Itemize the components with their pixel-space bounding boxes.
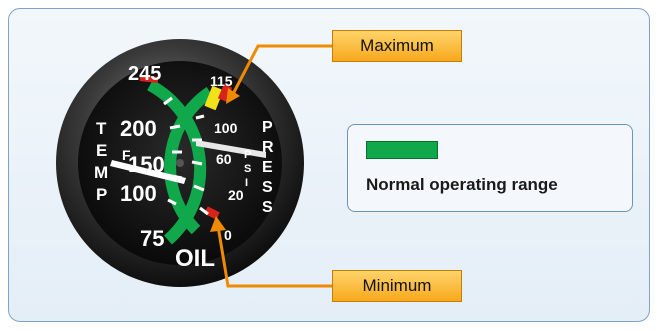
temp-tick-100: 100 [120,181,157,206]
temp-label-m: M [94,163,108,182]
temp-tick-75: 75 [140,226,164,251]
press-unit-i: I [245,177,248,189]
press-unit-s: S [244,163,251,175]
temp-tick-200: 200 [120,116,157,141]
press-label-p: P [262,119,273,136]
temp-label-t: T [96,119,107,138]
minimum-callout: Minimum [332,270,462,302]
press-tick-60: 60 [216,151,232,167]
press-label-s1: S [262,179,273,196]
press-label-e: E [262,159,273,176]
temp-label-p: P [96,185,107,204]
normal-range-swatch [366,141,438,159]
press-unit-p: P [244,149,251,161]
temp-tick-245: 245 [128,63,161,85]
press-label-r: R [262,139,274,156]
press-tick-20: 20 [228,187,244,203]
press-label-s2: S [262,199,273,216]
gauge-title: OIL [175,245,215,272]
temp-unit: F [122,147,131,163]
maximum-callout: Maximum [332,30,462,62]
temp-label-e: E [96,141,107,160]
press-caution-arc [204,85,224,111]
press-tick-115: 115 [210,73,233,89]
legend-box: Normal operating range [347,124,633,212]
gauge-center-divider [176,159,184,167]
legend-label: Normal operating range [366,175,558,194]
temp-tick-150: 150 [128,152,165,177]
press-tick-100: 100 [214,120,238,136]
